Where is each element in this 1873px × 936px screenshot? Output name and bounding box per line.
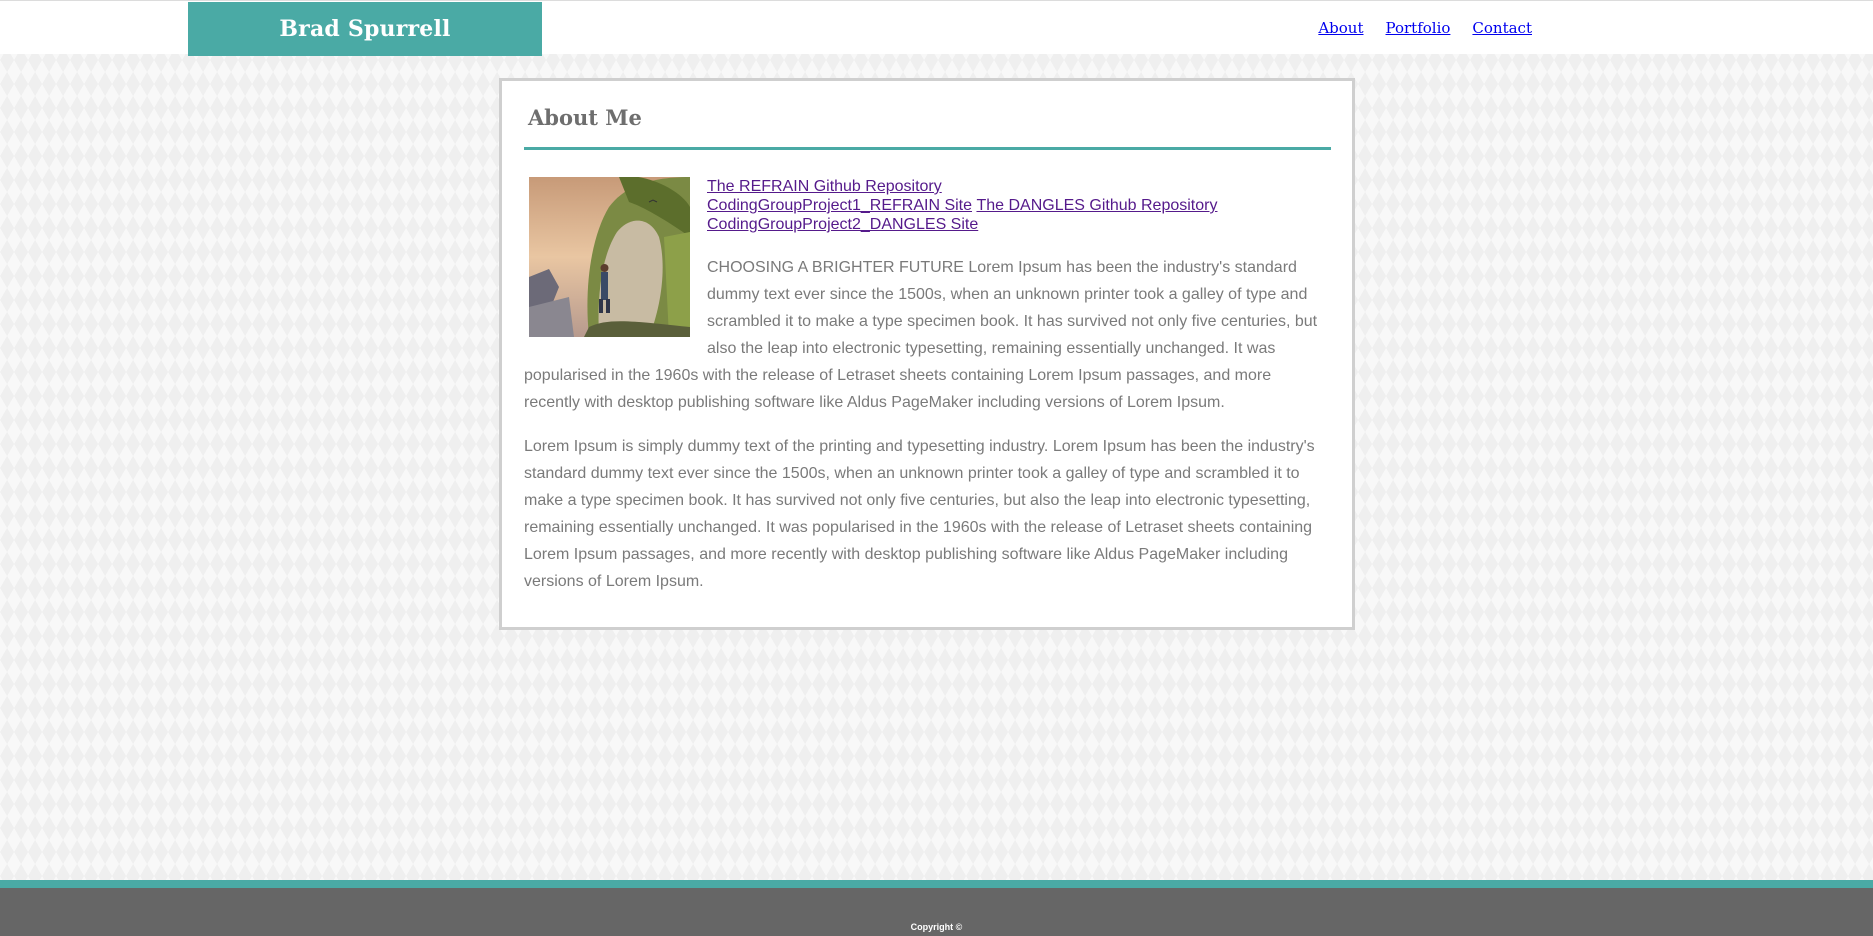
section-title: About Me xyxy=(528,105,642,130)
dangles-site-link[interactable]: CodingGroupProject2_DANGLES Site xyxy=(707,216,978,233)
refrain-github-link[interactable]: The REFRAIN Github Repository xyxy=(707,178,942,195)
about-card: About Me The REFRAIN Github Repository C… xyxy=(499,78,1355,630)
footer: Copyright © xyxy=(0,888,1873,936)
top-bar: Brad Spurrell About Portfolio Contact xyxy=(0,0,1873,56)
refrain-site-link[interactable]: CodingGroupProject1_REFRAIN Site xyxy=(707,197,972,214)
profile-painting-image xyxy=(529,177,690,337)
nav-link-portfolio[interactable]: Portfolio xyxy=(1386,19,1451,37)
nav-link-contact[interactable]: Contact xyxy=(1472,19,1532,37)
main-nav: About Portfolio Contact xyxy=(1318,19,1532,37)
nav-link-about[interactable]: About xyxy=(1318,19,1363,37)
title-divider xyxy=(524,147,1331,150)
footer-accent-stripe xyxy=(0,880,1873,888)
about-content: The REFRAIN Github Repository CodingGrou… xyxy=(524,177,1331,595)
site-brand[interactable]: Brad Spurrell xyxy=(188,2,542,56)
dangles-github-link[interactable]: The DANGLES Github Repository xyxy=(976,197,1217,214)
about-paragraph-2: Lorem Ipsum is simply dummy text of the … xyxy=(524,438,1315,590)
copyright-text: Copyright © xyxy=(910,922,963,932)
